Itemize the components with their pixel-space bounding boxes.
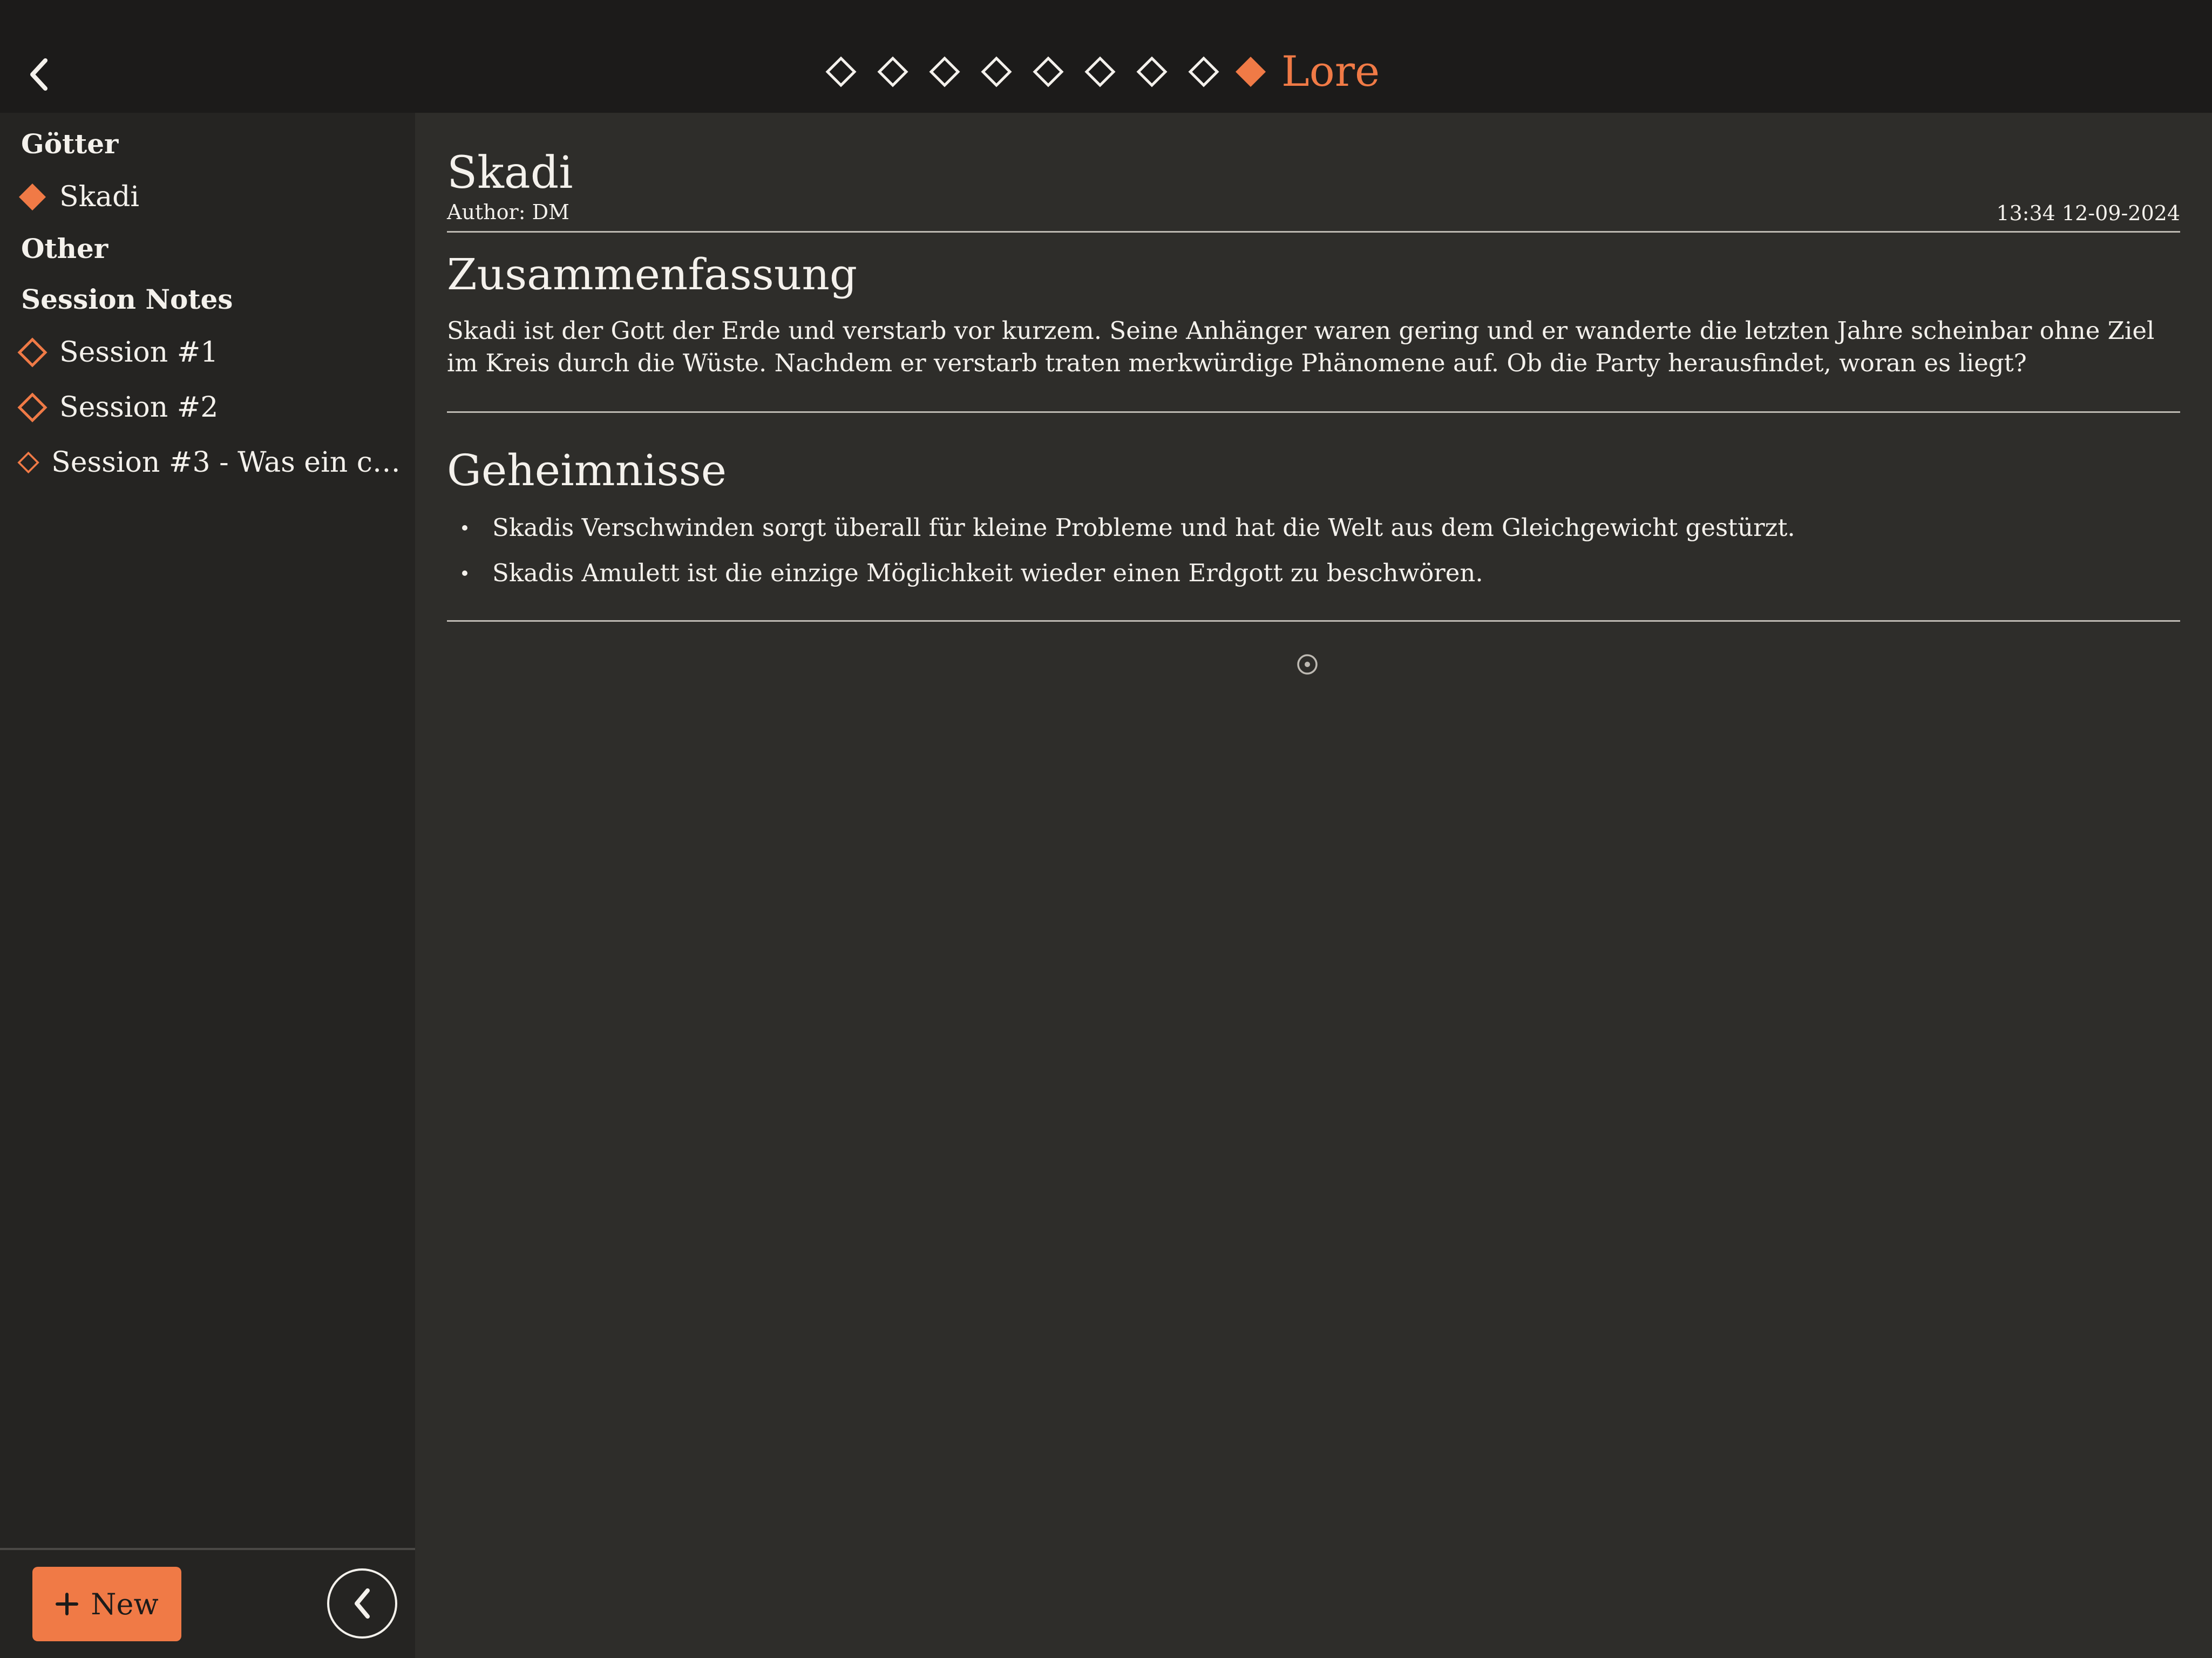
diamond-outline-icon [877, 56, 908, 87]
title-divider [447, 231, 2180, 233]
diamond-outline-icon [17, 451, 39, 474]
new-button-label: New [91, 1587, 159, 1621]
group-title-session-notes: Session Notes [21, 283, 233, 315]
diamond-outline-icon [1188, 56, 1219, 87]
tab-bar: Lore [815, 50, 1380, 94]
tab-6[interactable] [1074, 50, 1126, 94]
sidebar-item-session-2[interactable]: Session #2 [17, 383, 405, 432]
sidebar: Götter Skadi Other Session Notes Session… [0, 113, 415, 1658]
chevron-left-icon [355, 1588, 370, 1619]
new-button[interactable]: New [32, 1567, 181, 1641]
secrets-list: Skadis Verschwinden sorgt überall für kl… [447, 505, 2180, 596]
sidebar-item-session-3[interactable]: Session #3 - Was ein crazy Abend [17, 438, 405, 487]
diamond-filled-icon [19, 184, 46, 210]
tab-1[interactable] [815, 50, 867, 94]
bullet-icon [462, 525, 467, 531]
tab-8[interactable] [1178, 50, 1230, 94]
list-item: Skadis Verschwinden sorgt überall für kl… [447, 505, 2180, 551]
diamond-outline-icon [981, 56, 1012, 87]
collapse-sidebar-button[interactable] [327, 1568, 397, 1639]
tab-2[interactable] [867, 50, 919, 94]
sidebar-item-label: Skadi [59, 181, 140, 213]
tab-lore-label: Lore [1281, 47, 1380, 96]
tab-4[interactable] [971, 50, 1022, 94]
list-item-text: Skadis Verschwinden sorgt überall für kl… [492, 513, 1795, 542]
plus-icon [56, 1593, 79, 1615]
sidebar-item-session-1[interactable]: Session #1 [17, 328, 405, 377]
section-divider [447, 411, 2180, 413]
group-title-goetter: Götter [21, 128, 119, 160]
tab-5[interactable] [1022, 50, 1074, 94]
diamond-filled-icon [1236, 57, 1266, 87]
page-title: Skadi [447, 147, 573, 199]
sidebar-item-label: Session #2 [59, 391, 219, 424]
list-item-text: Skadis Amulett ist die einzige Möglichke… [492, 559, 1483, 587]
diamond-outline-icon [17, 392, 48, 423]
author-text: Author: DM [447, 200, 569, 224]
tab-3[interactable] [919, 50, 971, 94]
section-divider [447, 620, 2180, 622]
diamond-outline-icon [1136, 56, 1168, 87]
back-button[interactable] [19, 52, 58, 97]
section-heading-summary: Zusammenfassung [447, 249, 858, 300]
top-bar: Lore [0, 0, 2212, 113]
sidebar-item-label: Session #1 [59, 336, 219, 369]
sidebar-item-skadi[interactable]: Skadi [17, 173, 405, 221]
timestamp: 13:34 12-09-2024 [1996, 201, 2180, 225]
sidebar-divider [0, 1548, 415, 1550]
group-title-other: Other [21, 233, 108, 264]
sidebar-item-label: Session #3 - Was ein crazy Abend [51, 446, 405, 479]
tab-lore[interactable]: Lore [1234, 51, 1380, 93]
chevron-left-icon [30, 58, 48, 91]
diamond-outline-icon [1084, 56, 1116, 87]
diamond-outline-icon [929, 56, 960, 87]
target-icon[interactable] [1296, 653, 1319, 676]
list-item: Skadis Amulett ist die einzige Möglichke… [447, 551, 2180, 596]
main-content: Skadi Author: DM 13:34 12-09-2024 Zusamm… [415, 113, 2212, 1658]
diamond-outline-icon [825, 56, 857, 87]
diamond-outline-icon [1033, 56, 1064, 87]
diamond-outline-icon [17, 337, 48, 368]
tab-7[interactable] [1126, 50, 1178, 94]
bullet-icon [462, 570, 467, 576]
summary-paragraph: Skadi ist der Gott der Erde und verstarb… [447, 316, 2155, 377]
section-heading-secrets: Geheimnisse [447, 445, 727, 495]
